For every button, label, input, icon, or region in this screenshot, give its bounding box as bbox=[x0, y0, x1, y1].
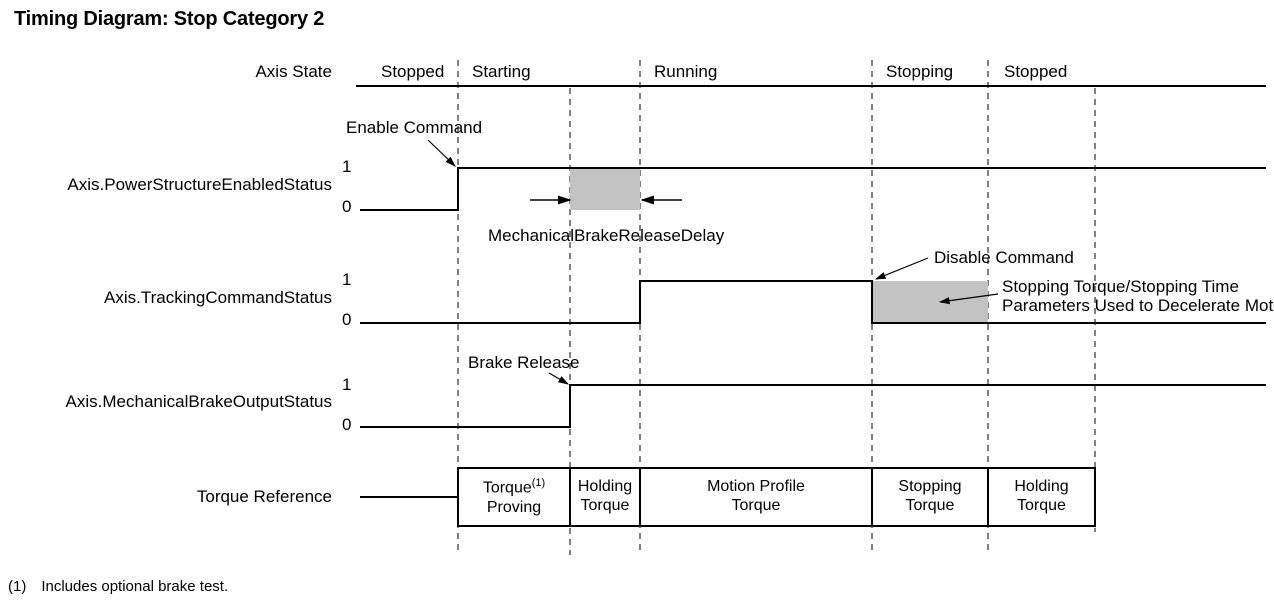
diagram-svg bbox=[0, 0, 1274, 614]
timing-diagram: Timing Diagram: Stop Category 2 Axis Sta… bbox=[0, 0, 1274, 614]
